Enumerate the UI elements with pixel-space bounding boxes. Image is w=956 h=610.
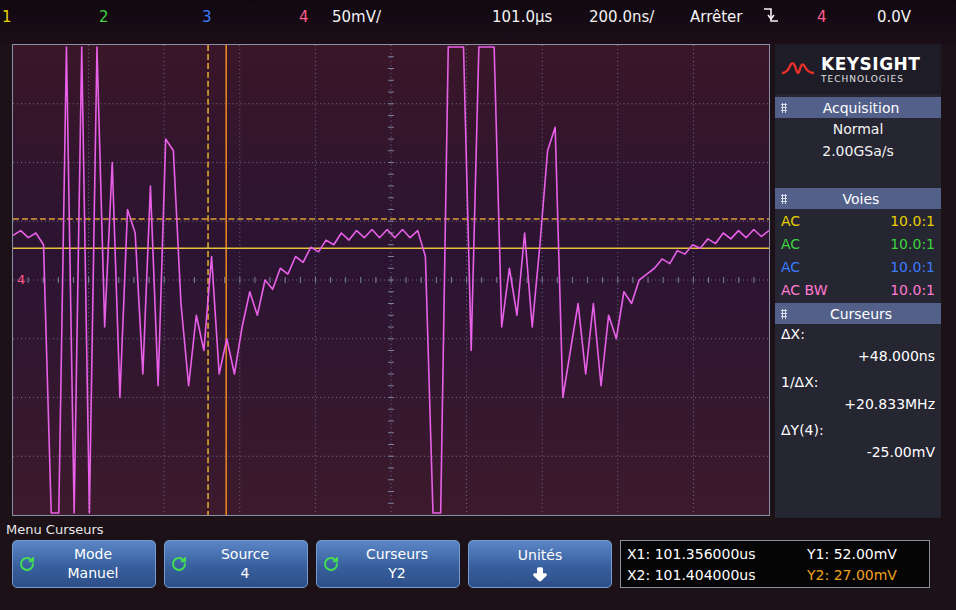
softkey-bar: ModeManuelSource4CurseursY2UnitésX1: 101…	[0, 540, 956, 588]
acquisition-section: AcquisitionNormal2.00GSa/s	[775, 97, 941, 162]
side-panel: KEYSIGHTTECHNOLOGIES AcquisitionNormal2.0…	[775, 44, 941, 518]
trigger-source: 4	[815, 8, 875, 26]
grip-icon	[781, 103, 787, 113]
waveform-graph	[13, 45, 769, 515]
softkey[interactable]: CurseursY2	[316, 540, 460, 588]
top-status-bar: 123450mV/101.0µs200.0ns/Arrêter40.0V	[0, 0, 956, 44]
channel-indicator[interactable]: 1	[0, 8, 97, 26]
time-cursor[interactable]	[207, 45, 208, 515]
timebase: 200.0ns/	[587, 8, 688, 26]
channel-indicator[interactable]: 3	[200, 8, 297, 26]
readout-value: Y1: 52.00mV	[807, 546, 923, 562]
channel-4-trace	[13, 47, 769, 513]
cursor-reading: ΔY(4):-25.00mV	[775, 420, 941, 468]
submenu-arrow-icon	[531, 565, 549, 583]
softkey[interactable]: Source4	[164, 540, 308, 588]
keysight-wave-icon	[781, 57, 815, 81]
logo-text: KEYSIGHTTECHNOLOGIES	[821, 54, 920, 84]
softkey[interactable]: Unités	[468, 540, 612, 588]
channel-row: AC10.0:1	[775, 255, 941, 278]
ground-marker: 4	[17, 272, 25, 287]
grip-icon	[781, 309, 787, 319]
channel-row: AC BW10.0:1	[775, 278, 941, 301]
cycle-icon	[171, 556, 187, 572]
trigger-level: 0.0V	[875, 8, 956, 26]
cursor-reading: 1/ΔX:+20.833MHz	[775, 372, 941, 420]
channels-section: VoiesAC10.0:1AC10.0:1AC10.0:1AC BW10.0:1	[775, 188, 941, 301]
grip-icon	[781, 194, 787, 204]
cursor-readout: X1: 101.356000us X2: 101.404000usY1: 52.0…	[620, 540, 930, 588]
section-header[interactable]: Voies	[775, 188, 941, 209]
channel-row: AC10.0:1	[775, 209, 941, 232]
channel-row: AC10.0:1	[775, 232, 941, 255]
plot-area: 4	[12, 44, 770, 516]
oscilloscope-screen: 123450mV/101.0µs200.0ns/Arrêter40.0V4KEY…	[0, 0, 956, 610]
softkey[interactable]: ModeManuel	[12, 540, 156, 588]
channel-indicator[interactable]: 2	[97, 8, 200, 26]
main-area: 4 KEYSIGHTTECHNOLOGIES AcquisitionNormal2.…	[0, 44, 956, 518]
readout-value: Y2: 27.00mV	[807, 567, 923, 583]
readout-value: X1: 101.356000us	[627, 546, 807, 562]
vertical-scale: 50mV/	[330, 8, 490, 26]
section-header[interactable]: Curseurs	[775, 303, 941, 324]
bottom-bezel	[0, 588, 956, 610]
cursor-reading: ΔX:+48.000ns	[775, 324, 941, 372]
menu-title: Menu Curseurs	[0, 518, 956, 540]
graticule	[13, 45, 769, 515]
cursors-section: CurseursΔX:+48.000ns1/ΔX:+20.833MHzΔY(4)…	[775, 303, 941, 468]
trigger-slope	[760, 6, 815, 28]
time-cursor[interactable]	[225, 45, 226, 515]
logo-subtitle: TECHNOLOGIES	[821, 74, 920, 84]
cycle-icon	[19, 556, 35, 572]
logo-name: KEYSIGHT	[821, 54, 920, 74]
channel-indicator[interactable]: 4	[297, 8, 330, 26]
horizontal-delay: 101.0µs	[490, 8, 587, 26]
run-state: Arrêter	[688, 8, 760, 26]
keysight-logo: KEYSIGHTTECHNOLOGIES	[775, 44, 941, 94]
trigger-edge-icon	[762, 6, 780, 24]
section-header[interactable]: Acquisition	[775, 97, 941, 118]
acquisition-mode: Normal	[775, 118, 941, 140]
readout-value: X2: 101.404000us	[627, 567, 807, 583]
cycle-icon	[323, 556, 339, 572]
sample-rate: 2.00GSa/s	[775, 140, 941, 162]
